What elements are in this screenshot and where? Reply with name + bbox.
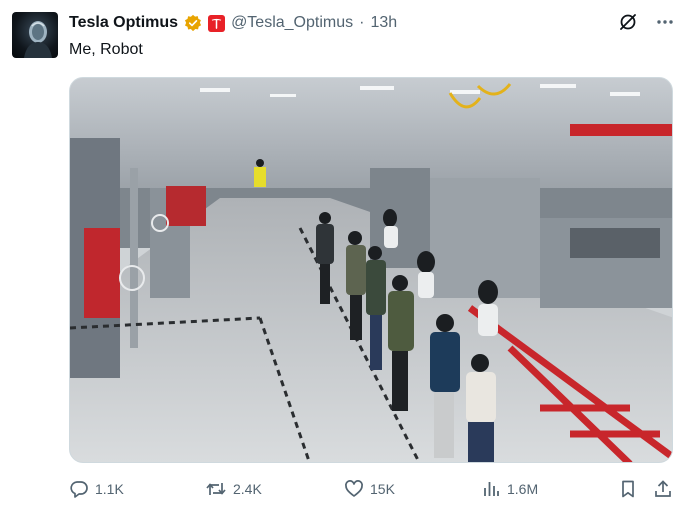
separator-dot: · [359,14,365,31]
reply-count: 1.1K [95,481,124,497]
tweet-text: Me, Robot [69,41,143,58]
bookmark-icon [622,480,634,498]
like-count: 15K [370,481,395,497]
reply-button[interactable]: 1.1K [69,479,124,499]
repost-count: 2.4K [233,481,262,497]
share-icon [655,480,671,497]
timestamp[interactable]: 13h [370,14,397,32]
reply-icon [70,481,88,498]
grok-icon[interactable] [618,12,638,32]
repost-icon [206,483,226,495]
view-count: 1.6M [507,481,539,497]
more-icon[interactable] [656,13,674,31]
bar-chart-icon [484,482,499,496]
tweet-top-actions [618,12,674,32]
verified-badge-icon [185,14,202,32]
display-name[interactable]: Tesla Optimus [69,14,178,32]
bookmark-button[interactable] [618,479,638,499]
like-button[interactable]: 15K [344,479,395,499]
share-button[interactable] [653,479,673,499]
tweet-action-bar: 1.1K 2.4K 15K 1.6M [69,477,675,501]
tesla-affiliate-badge-icon [208,14,226,32]
views-button[interactable]: 1.6M [481,479,538,499]
tweet-header: Tesla Optimus @Tesla_Optimus · 13h [69,12,397,34]
handle[interactable]: @Tesla_Optimus [231,14,353,32]
avatar[interactable] [12,12,58,58]
heart-icon [345,480,363,497]
repost-button[interactable]: 2.4K [205,479,262,499]
tweet-photo[interactable] [69,77,673,463]
